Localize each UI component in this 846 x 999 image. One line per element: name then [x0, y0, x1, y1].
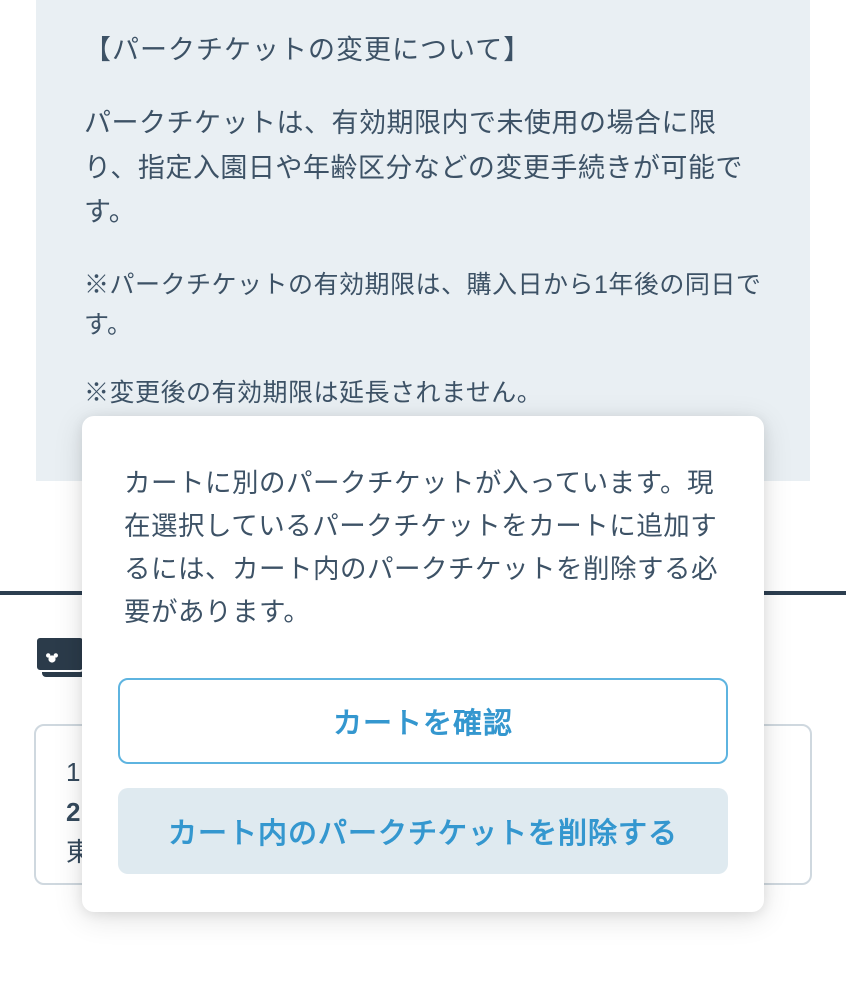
confirm-cart-button[interactable]: カートを確認: [118, 678, 728, 764]
cart-conflict-modal: カートに別のパークチケットが入っています。現在選択しているパークチケットをカート…: [82, 416, 764, 912]
notice-note-1: ※パークチケットの有効期限は、購入日から1年後の同日です。: [84, 265, 762, 345]
notice-note-2: ※変更後の有効期限は延長されません。: [84, 373, 762, 413]
page-root: 【パークチケットの変更について】 パークチケットは、有効期限内で未使用の場合に限…: [0, 0, 846, 999]
delete-cart-tickets-button[interactable]: カート内のパークチケットを削除する: [118, 788, 728, 874]
modal-message: カートに別のパークチケットが入っています。現在選択しているパークチケットをカート…: [118, 462, 728, 634]
notice-box: 【パークチケットの変更について】 パークチケットは、有効期限内で未使用の場合に限…: [36, 0, 810, 481]
notice-heading: 【パークチケットの変更について】: [84, 28, 762, 67]
notice-body: パークチケットは、有効期限内で未使用の場合に限り、指定入園日や年齢区分などの変更…: [84, 101, 762, 235]
